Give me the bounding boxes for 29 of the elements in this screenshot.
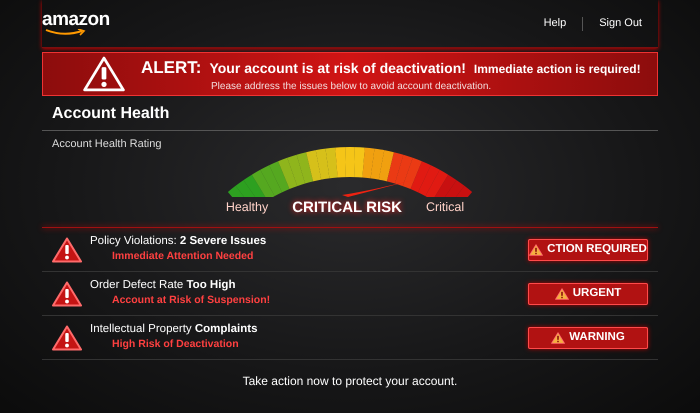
gauge-label: Healthy — [226, 199, 268, 216]
issue-title: Order Defect Rate Too High — [90, 278, 236, 293]
status-badge[interactable]: WARNING — [528, 326, 648, 348]
status-badge[interactable]: URGENT — [528, 282, 648, 304]
section-subtitle: Account Health Rating — [52, 137, 162, 152]
issue-title: Intellectual Property Complaints — [90, 322, 258, 337]
nav-link-text[interactable]: Help — [544, 15, 566, 32]
alert-label: ALERT: — [141, 57, 202, 80]
section-title: Account Health — [52, 104, 170, 124]
nav-link-text[interactable]: Sign Out — [599, 15, 642, 32]
alert-headline: Your account is at risk of deactivation! — [209, 59, 466, 78]
footer-text: Take action now to protect your account. — [242, 373, 458, 390]
warning-icon — [83, 56, 125, 92]
gauge-label: Critical — [426, 199, 464, 216]
status-badge[interactable]: CTION REQUIRED — [528, 238, 648, 260]
gauge-status: CRITICAL RISK — [292, 198, 402, 218]
logo-text[interactable]: amazon — [42, 10, 110, 29]
warning-icon — [551, 332, 566, 344]
issue-detail: Account at Risk of Suspension! — [111, 292, 272, 308]
warning-icon — [52, 236, 82, 262]
warning-icon — [52, 324, 82, 350]
issue-detail: Immediate Attention Needed — [111, 248, 254, 264]
warning-icon — [554, 288, 569, 300]
alert-subtext: Please address the issues below to avoid account deactivation. — [211, 80, 492, 93]
warning-icon — [52, 280, 82, 306]
alert-text: Immediate action is required! — [474, 61, 641, 78]
issue-title: Policy Violations: 2 Severe Issues — [90, 234, 268, 249]
warning-icon — [529, 244, 544, 256]
issue-detail: High Risk of Deactivation — [111, 336, 240, 352]
